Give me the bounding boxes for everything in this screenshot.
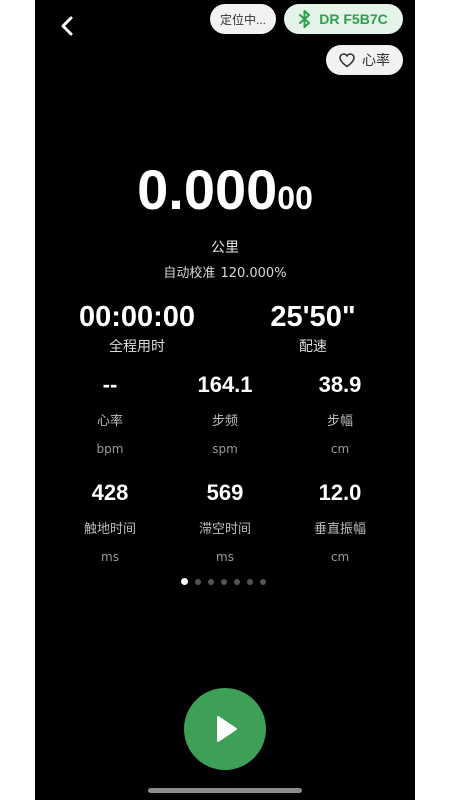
page-dot-active[interactable] [181,578,188,585]
page-dot[interactable] [195,578,201,585]
stat-unit: cm [330,442,350,456]
home-indicator[interactable] [148,788,302,793]
stat-unit: cm [330,550,350,564]
pace-value: 25'50" [270,301,356,333]
back-button[interactable] [53,12,81,40]
chevron-left-icon [61,16,73,36]
calibration-value: 120.000% [220,266,287,281]
heart-rate-button[interactable]: 心率 [326,45,403,75]
pace-label: 配速 [299,339,327,355]
stat-value: 164.1 [197,372,253,397]
calibration-label: 自动校准 [163,266,216,281]
device-connection-pill[interactable]: DR F5B7C [284,4,403,34]
device-name-label: DR F5B7C [319,11,388,27]
elapsed-time-label: 全程用时 [109,339,165,355]
stat-cadence: 164.1 步频 spm [165,372,285,457]
stat-label: 步频 [211,414,238,429]
stat-label: 步幅 [326,414,353,429]
stat-flight-time: 569 滞空时间 ms [165,480,285,565]
start-run-button[interactable] [184,688,266,770]
location-status-label: 定位中... [219,12,266,27]
page-dot[interactable] [247,578,253,585]
stat-ground-contact: 428 触地时间 ms [50,480,170,565]
calibration-info[interactable]: 自动校准 120.000% [35,262,415,281]
stat-unit: ms [101,550,119,564]
stat-label: 滞空时间 [198,522,251,537]
elapsed-time-stat: 00:00:00 全程用时 [42,303,232,356]
heart-rate-label: 心率 [362,52,390,68]
stat-value: 12.0 [318,480,362,505]
stat-heart-rate: -- 心率 bpm [50,372,170,457]
location-status-pill[interactable]: 定位中... [210,4,276,34]
stat-label: 心率 [96,414,123,429]
stat-value: -- [102,372,118,397]
page-dot[interactable] [208,578,214,585]
page-indicator[interactable] [181,578,266,585]
app-screen: 定位中... DR F5B7C 心率 0.00000 公里 自动校准 120.00… [35,0,415,800]
distance-main: 0.000 [137,158,278,221]
distance-decimals: 00 [277,180,313,216]
stat-value: 569 [206,480,244,505]
page-dot[interactable] [234,578,240,585]
heart-outline-icon [339,52,355,67]
stat-vertical-oscillation: 12.0 垂直振幅 cm [280,480,400,565]
pace-stat: 25'50" 配速 [218,303,408,356]
elapsed-time-value: 00:00:00 [78,301,196,333]
page-dot[interactable] [221,578,227,585]
stat-unit: spm [212,442,238,456]
stat-unit: ms [216,550,234,564]
bluetooth-icon [299,10,311,28]
stat-unit: bpm [96,442,124,456]
stat-stride: 38.9 步幅 cm [280,372,400,457]
stat-label: 垂直振幅 [313,522,366,537]
distance-value: 0.00000 [35,162,415,218]
play-icon [217,716,237,742]
distance-unit: 公里 [211,240,239,256]
stat-value: 428 [91,480,129,505]
stat-label: 触地时间 [83,522,136,537]
page-dot[interactable] [260,578,266,585]
stat-value: 38.9 [318,372,362,397]
